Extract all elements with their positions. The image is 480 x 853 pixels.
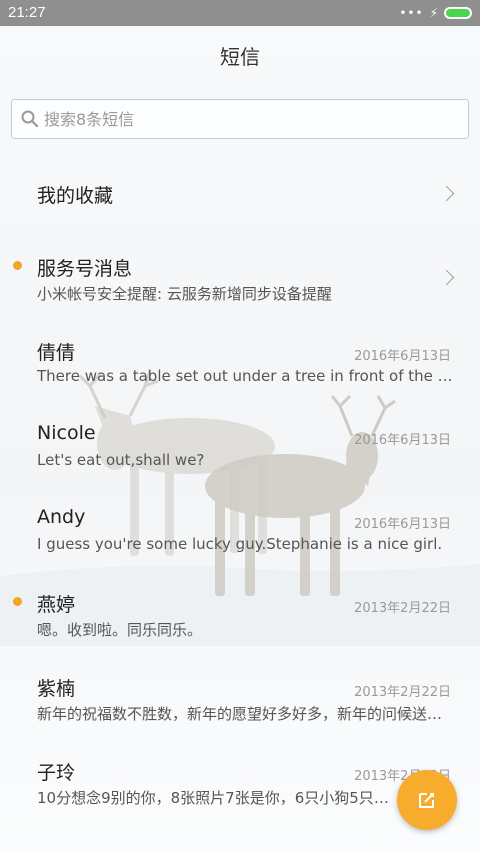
contact-name: 倩倩 [37,342,76,364]
status-icons: ••• ⚡ [399,5,472,21]
chevron-right-icon [438,185,455,202]
message-date: 2016年6月13日 [354,349,451,364]
message-preview: Let's eat out,shall we? [37,451,205,469]
status-time: 21:27 [8,4,46,21]
conversation-row[interactable]: 紫楠 2013年2月22日 新年的祝福数不胜数，新年的愿望好多好多，新年的问候送… [0,656,480,740]
unread-dot [13,597,22,606]
service-name: 服务号消息 [37,258,133,280]
favorites-row[interactable]: 我的收藏 [0,152,480,236]
battery-icon [444,7,472,19]
message-date: 2013年2月22日 [354,601,451,616]
conversation-row[interactable]: 燕婷 2013年2月22日 嗯。收到啦。同乐同乐。 [0,572,480,656]
conversation-row[interactable]: Nicole 2016年6月13日 Let's eat out,shall we… [0,404,480,488]
contact-name: 燕婷 [37,594,76,616]
contact-name: 紫楠 [37,678,76,700]
favorites-label: 我的收藏 [37,185,114,207]
status-bar: 21:27 ••• ⚡ [0,0,480,26]
message-preview: 10分想念9别的你，8张照片7张是你，6只小狗5只像你 [37,789,397,807]
search-input[interactable] [42,108,446,130]
message-preview: 嗯。收到啦。同乐同乐。 [37,621,203,639]
message-preview: There was a table set out under a tree i… [37,367,455,385]
compose-icon [419,793,434,808]
search-icon [21,110,39,128]
title-bar: 短信 [0,26,480,88]
unread-dot [13,261,22,270]
message-preview: I guess you're some lucky guy.Stephanie … [37,535,443,553]
conversation-row[interactable]: 倩倩 2016年6月13日 There was a table set out … [0,320,480,404]
message-date: 2016年6月13日 [354,517,451,532]
contact-name: 子玲 [37,762,76,784]
charging-bolt-icon: ⚡ [429,6,438,20]
compose-button[interactable] [397,770,457,830]
service-preview: 小米帐号安全提醒: 云服务新增同步设备提醒 [37,285,332,303]
search-box[interactable] [11,99,469,139]
service-messages-row[interactable]: 服务号消息 小米帐号安全提醒: 云服务新增同步设备提醒 [0,236,480,320]
message-preview: 新年的祝福数不胜数，新年的愿望好多好多，新年的问候送给你 [37,705,455,723]
message-date: 2016年6月13日 [354,433,451,448]
contact-name: Andy [37,506,86,528]
more-dots-icon: ••• [399,6,424,20]
message-date: 2013年2月22日 [354,685,451,700]
conversation-row[interactable]: Andy 2016年6月13日 I guess you're some luck… [0,488,480,572]
page-title: 短信 [220,45,260,69]
contact-name: Nicole [37,422,96,444]
